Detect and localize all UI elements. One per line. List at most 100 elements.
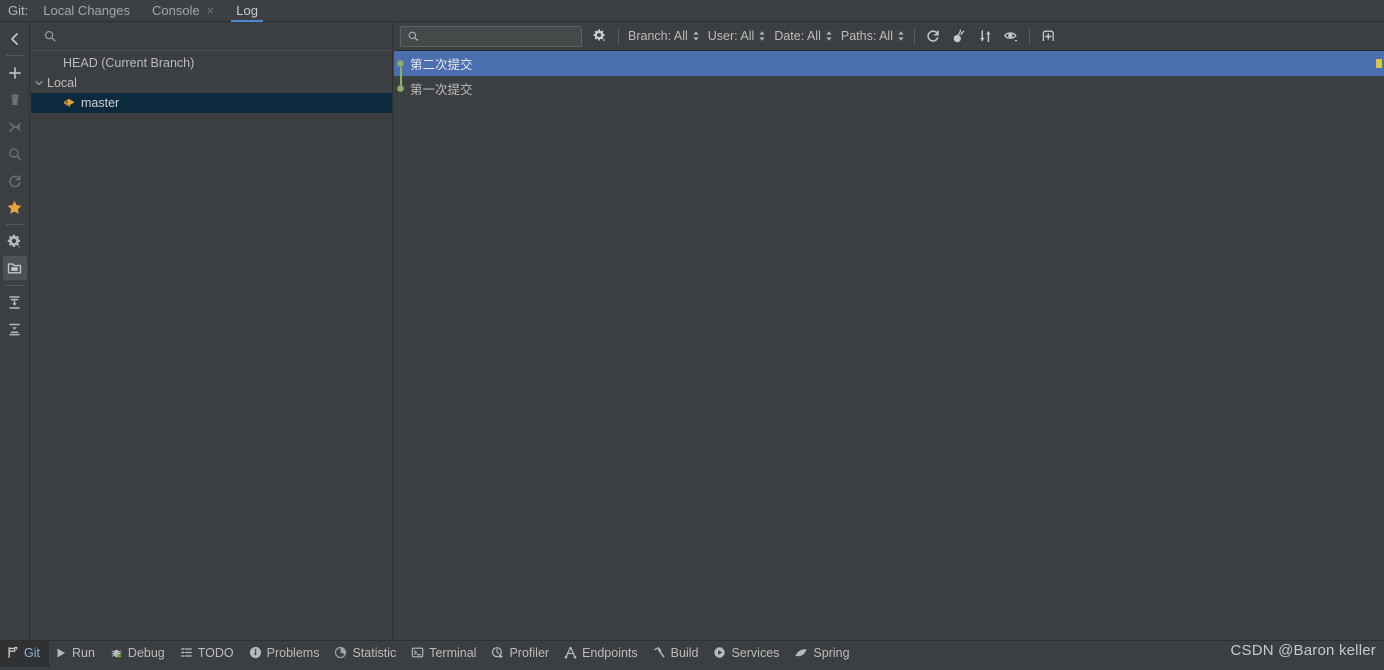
list-icon <box>180 648 192 657</box>
favorite-star-icon[interactable] <box>0 194 30 221</box>
toolbar-divider <box>618 27 619 45</box>
status-item-endpoints-label: Endpoints <box>582 645 638 660</box>
rail-divider-2 <box>5 224 24 225</box>
git-log-side-toolbar <box>0 22 30 640</box>
refresh-icon <box>0 167 30 194</box>
commit-graph-cell <box>394 76 408 101</box>
status-item-spring-label: Spring <box>813 645 850 660</box>
status-item-problems-label: Problems <box>266 645 320 660</box>
commit-graph-cell <box>394 51 408 76</box>
status-item-debug[interactable]: Debug <box>104 641 174 665</box>
commit-row[interactable]: 第二次提交 <box>394 51 1384 76</box>
status-item-git-label: Git <box>24 645 40 660</box>
commit-list[interactable]: 第二次提交 第一次提交 <box>394 51 1384 640</box>
status-item-endpoints[interactable]: Endpoints <box>558 641 647 665</box>
show-details-eye-icon[interactable] <box>998 23 1024 49</box>
status-item-services-label: Services <box>731 645 780 660</box>
git-log-toolbar: Branch: All User: All Date: All Paths: A… <box>394 22 1384 51</box>
user-filter-label: User: All <box>707 29 755 43</box>
status-item-terminal-label: Terminal <box>429 645 477 660</box>
status-item-profiler[interactable]: Profiler <box>485 641 558 665</box>
chevron-updown-icon <box>897 30 905 42</box>
chevron-updown-icon <box>692 30 700 42</box>
branch-filter-label: Branch: All <box>628 29 688 43</box>
tree-group-local-label: Local <box>47 76 77 90</box>
tab-log-label: Log <box>236 2 258 18</box>
profiler-icon <box>492 647 504 659</box>
paths-filter-label: Paths: All <box>840 29 893 43</box>
sort-icon[interactable] <box>972 23 998 49</box>
date-filter[interactable]: Date: All <box>770 23 837 49</box>
status-item-run[interactable]: Run <box>49 641 104 665</box>
bottom-tab-chip <box>0 664 50 667</box>
csdn-watermark: CSDN @Baron keller <box>1230 642 1376 659</box>
collapse-panel-icon[interactable] <box>0 25 30 52</box>
open-in-new-tab-icon[interactable] <box>1035 23 1061 49</box>
search-dropdown-icon <box>408 31 419 41</box>
status-item-todo[interactable]: TODO <box>174 641 243 665</box>
expand-all-icon[interactable] <box>0 289 30 316</box>
close-icon[interactable]: × <box>207 4 215 17</box>
endpoints-icon <box>564 647 577 659</box>
status-item-problems[interactable]: Problems <box>243 641 329 665</box>
tab-local-changes[interactable]: Local Changes <box>32 0 141 22</box>
chevron-updown-icon <box>825 30 833 42</box>
tab-console[interactable]: Console × <box>141 0 225 22</box>
status-item-build-label: Build <box>670 645 699 660</box>
merge-icon <box>0 113 30 140</box>
git-tool-window-tabbar: Git: Local Changes Console × Log <box>0 0 1384 22</box>
collapse-all-icon[interactable] <box>0 316 30 343</box>
status-item-profiler-label: Profiler <box>509 645 550 660</box>
cherry-pick-icon[interactable] <box>946 23 972 49</box>
user-filter[interactable]: User: All <box>704 23 771 49</box>
delete-icon <box>0 86 30 113</box>
tree-item-head-label: HEAD (Current Branch) <box>63 56 195 70</box>
toolbar-divider-3 <box>1029 27 1030 45</box>
refresh-icon[interactable] <box>920 23 946 49</box>
scrollbar-change-marker <box>1376 59 1382 68</box>
date-filter-label: Date: All <box>774 29 821 43</box>
services-play-icon <box>714 647 726 658</box>
status-item-build[interactable]: Build <box>647 641 708 665</box>
settings-gear-icon[interactable] <box>0 228 30 255</box>
git-tool-window-label: Git: <box>8 2 29 18</box>
warning-circle-icon <box>249 646 261 659</box>
chevron-down-icon[interactable] <box>31 78 47 88</box>
branch-search-input[interactable] <box>31 22 392 51</box>
tree-item-master[interactable]: master <box>31 93 392 113</box>
status-item-services[interactable]: Services <box>707 641 788 665</box>
folder-icon[interactable] <box>0 255 30 282</box>
tree-group-local[interactable]: Local <box>31 73 392 93</box>
commit-message: 第一次提交 <box>410 82 473 97</box>
branch-tag-icon <box>63 97 76 110</box>
log-settings-button[interactable] <box>587 23 613 49</box>
play-icon <box>57 648 65 657</box>
tree-item-head[interactable]: HEAD (Current Branch) <box>31 53 392 73</box>
bug-icon <box>111 649 122 658</box>
status-item-debug-label: Debug <box>127 645 165 660</box>
commit-graph-node <box>397 60 404 67</box>
status-item-git[interactable]: Git <box>0 640 49 665</box>
search-icon <box>44 30 56 42</box>
status-item-statistic[interactable]: Statistic <box>328 641 405 665</box>
chevron-updown-icon <box>758 30 766 42</box>
commit-row[interactable]: 第一次提交 <box>394 76 1384 101</box>
tab-log[interactable]: Log <box>225 0 269 22</box>
status-item-run-label: Run <box>71 645 95 660</box>
rail-divider <box>5 55 24 56</box>
paths-filter[interactable]: Paths: All <box>837 23 909 49</box>
tab-local-changes-label: Local Changes <box>43 2 130 18</box>
git-branch-icon <box>8 646 18 658</box>
gear-dropdown-icon <box>593 29 606 42</box>
log-search-input[interactable] <box>400 25 582 47</box>
status-item-terminal[interactable]: Terminal <box>405 641 485 665</box>
toolbar-divider-2 <box>914 27 915 45</box>
branch-filter[interactable]: Branch: All <box>624 23 704 49</box>
terminal-icon <box>411 647 424 658</box>
branch-tree-panel: HEAD (Current Branch) Local master <box>31 22 393 640</box>
add-icon[interactable] <box>0 59 30 86</box>
tab-console-label: Console <box>151 2 200 18</box>
status-item-spring[interactable]: Spring <box>788 641 858 665</box>
branch-tree: HEAD (Current Branch) Local master <box>31 51 392 113</box>
pie-chart-icon <box>335 646 347 659</box>
